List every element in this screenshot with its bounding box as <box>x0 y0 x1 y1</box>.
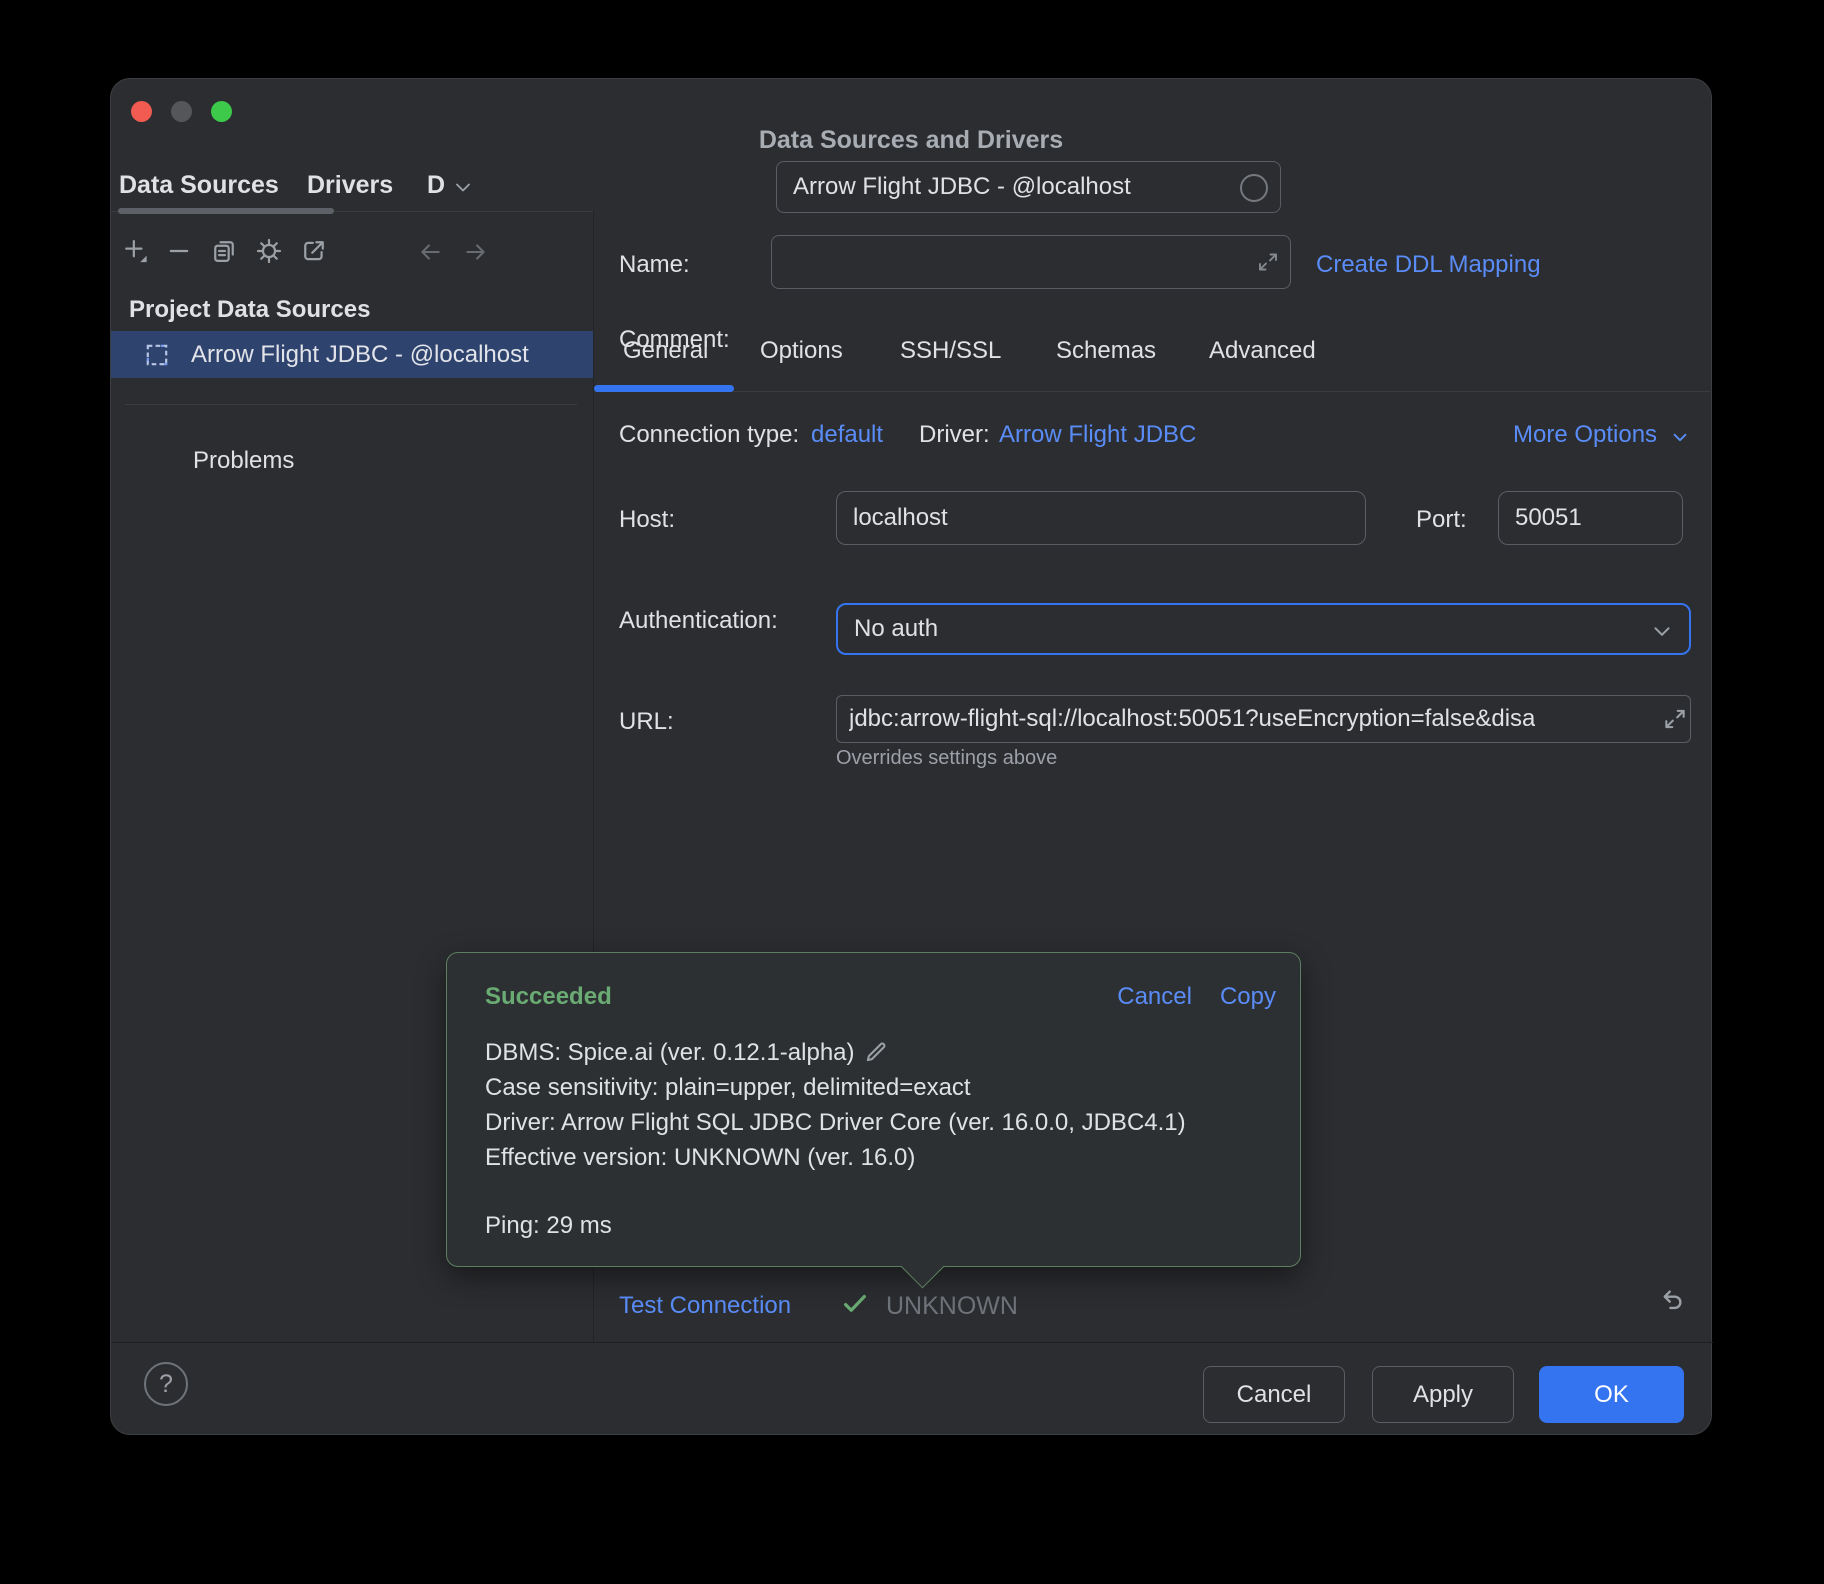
authentication-label: Authentication: <box>619 607 778 635</box>
authentication-select[interactable]: No auth <box>836 603 1691 655</box>
footer-divider <box>111 1342 1713 1343</box>
expand-editor-icon[interactable] <box>1256 250 1280 274</box>
driver-value-link[interactable]: Arrow Flight JDBC <box>999 421 1196 449</box>
url-input[interactable]: jdbc:arrow-flight-sql://localhost:50051?… <box>836 695 1691 743</box>
datasource-list-item-selected[interactable]: Arrow Flight JDBC - @localhost <box>111 331 593 378</box>
chevron-down-icon[interactable] <box>1649 618 1675 644</box>
expand-editor-icon[interactable] <box>1662 706 1688 732</box>
sidebar-tabstrip: Data Sources Drivers D <box>111 161 593 212</box>
port-input[interactable]: 50051 <box>1498 491 1683 545</box>
tabstrip-scrollbar[interactable] <box>118 208 334 214</box>
add-datasource-button[interactable] <box>121 237 149 265</box>
dialog-window: Data Sources and Drivers Data Sources Dr… <box>110 78 1712 1435</box>
popup-callout-notch <box>901 1245 945 1289</box>
url-value: jdbc:arrow-flight-sql://localhost:50051?… <box>849 705 1535 733</box>
panel-tabs-divider <box>594 391 1712 392</box>
back-arrow-icon[interactable] <box>417 239 443 265</box>
ok-button[interactable]: OK <box>1539 1366 1684 1423</box>
case-sensitivity-line: Case sensitivity: plain=upper, delimited… <box>485 1070 1186 1105</box>
ping-line: Ping: 29 ms <box>485 1208 1186 1243</box>
authentication-value: No auth <box>854 615 938 643</box>
effective-version-line: Effective version: UNKNOWN (ver. 16.0) <box>485 1140 1186 1175</box>
cancel-button[interactable]: Cancel <box>1203 1366 1345 1423</box>
apply-button[interactable]: Apply <box>1372 1366 1514 1423</box>
connection-type-value-link[interactable]: default <box>811 421 883 449</box>
host-input[interactable]: localhost <box>836 491 1366 545</box>
port-value: 50051 <box>1515 504 1582 532</box>
popup-details: DBMS: Spice.ai (ver. 0.12.1-alpha) Case … <box>485 1035 1186 1243</box>
host-label: Host: <box>619 506 675 534</box>
spinner-circle-icon <box>1240 174 1268 202</box>
test-connection-link[interactable]: Test Connection <box>619 1292 791 1320</box>
driver-label: Driver: <box>919 421 990 449</box>
tab-drivers[interactable]: Drivers <box>307 171 393 200</box>
tab-data-sources[interactable]: Data Sources <box>119 171 279 200</box>
tab-options[interactable]: Options <box>760 337 843 365</box>
sidebar-item-problems[interactable]: Problems <box>193 447 294 475</box>
connection-result-text: UNKNOWN <box>886 1292 1018 1321</box>
dbms-line: DBMS: Spice.ai (ver. 0.12.1-alpha) <box>485 1035 1186 1070</box>
popup-cancel-link[interactable]: Cancel <box>1117 983 1192 1011</box>
more-options-link[interactable]: More Options <box>1513 421 1657 449</box>
help-button[interactable]: ? <box>144 1362 188 1406</box>
tab-advanced[interactable]: Advanced <box>1209 337 1316 365</box>
tab-schemas[interactable]: Schemas <box>1056 337 1156 365</box>
datasource-item-label: Arrow Flight JDBC - @localhost <box>191 341 529 369</box>
name-value: Arrow Flight JDBC - @localhost <box>793 173 1131 201</box>
open-in-new-icon[interactable] <box>300 237 328 265</box>
tab-general[interactable]: General <box>623 337 708 365</box>
forward-arrow-icon[interactable] <box>463 239 489 265</box>
test-connection-result-popup: Succeeded Cancel Copy DBMS: Spice.ai (ve… <box>446 952 1301 1267</box>
remove-icon[interactable] <box>165 237 193 265</box>
name-label: Name: <box>619 251 690 279</box>
window-title: Data Sources and Drivers <box>111 126 1711 155</box>
port-label: Port: <box>1416 506 1467 534</box>
chevron-down-icon[interactable] <box>451 175 475 199</box>
status-badge: Succeeded <box>485 983 1089 1011</box>
chevron-down-icon[interactable] <box>1669 426 1691 448</box>
gear-icon[interactable] <box>255 237 283 265</box>
url-hint: Overrides settings above <box>836 747 1057 770</box>
driver-line: Driver: Arrow Flight SQL JDBC Driver Cor… <box>485 1105 1186 1140</box>
tab-ddl-mappings-truncated[interactable]: D <box>427 171 445 200</box>
active-tab-underline <box>594 385 734 392</box>
pencil-icon[interactable] <box>863 1039 889 1065</box>
name-input[interactable]: Arrow Flight JDBC - @localhost <box>776 161 1281 213</box>
screenshot-canvas: Data Sources and Drivers Data Sources Dr… <box>0 0 1824 1584</box>
success-check-icon <box>840 1289 870 1319</box>
project-data-sources-header: Project Data Sources <box>129 296 370 324</box>
comment-input[interactable] <box>771 235 1291 289</box>
url-label: URL: <box>619 708 674 736</box>
zoom-window-button[interactable] <box>211 101 232 122</box>
close-window-button[interactable] <box>131 101 152 122</box>
arrow-flight-driver-icon <box>144 342 170 368</box>
tab-ssh-ssl[interactable]: SSH/SSL <box>900 337 1001 365</box>
sidebar-separator <box>125 404 577 405</box>
minimize-window-button[interactable] <box>171 101 192 122</box>
host-value: localhost <box>853 504 948 532</box>
popup-header: Succeeded Cancel Copy <box>485 983 1276 1011</box>
connection-type-label: Connection type: <box>619 421 799 449</box>
duplicate-icon[interactable] <box>210 237 238 265</box>
revert-icon[interactable] <box>1656 1286 1686 1316</box>
create-ddl-mapping-link[interactable]: Create DDL Mapping <box>1316 251 1541 279</box>
popup-copy-link[interactable]: Copy <box>1220 983 1276 1011</box>
